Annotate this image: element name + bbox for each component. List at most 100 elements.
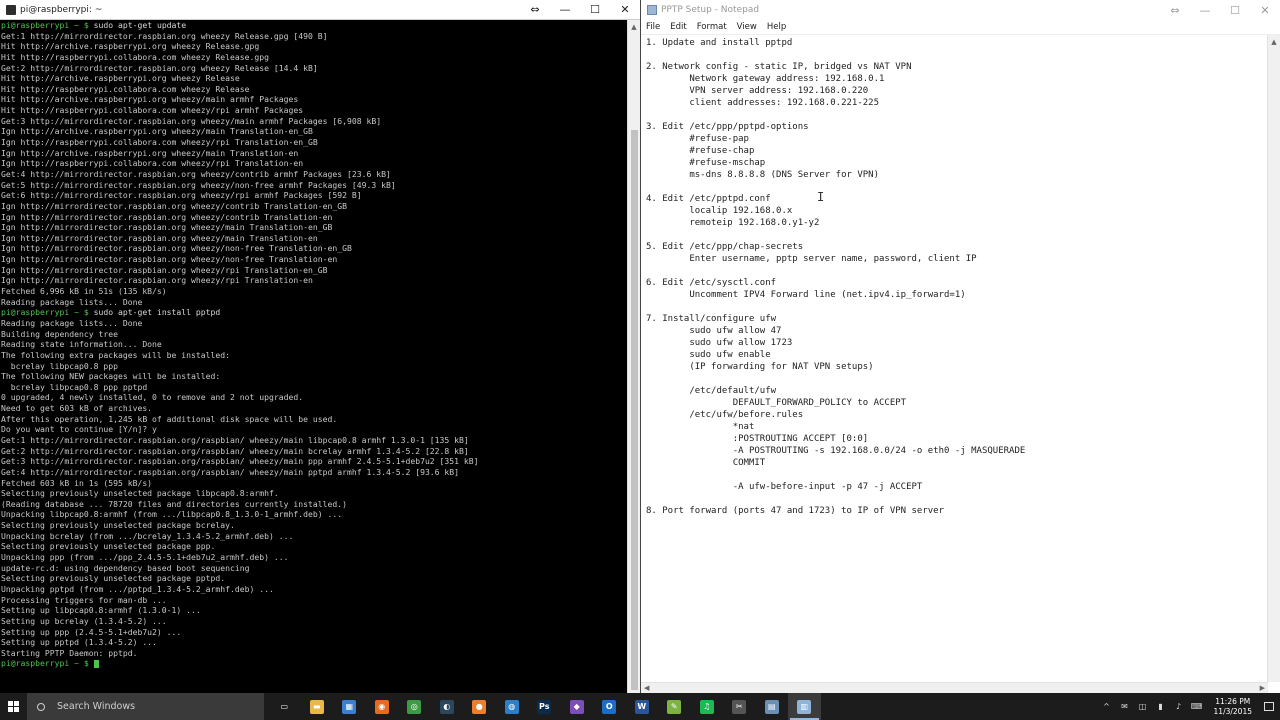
windows-logo-icon [8,701,19,712]
text-line [646,373,1268,385]
terminal-titlebar[interactable]: pi@raspberrypi: ~ ⇔ — ☐ ✕ [0,0,640,20]
scroll-left-icon[interactable]: ◀ [644,683,649,693]
volume-icon[interactable]: ♪ [1172,702,1186,711]
start-button[interactable] [0,693,27,720]
terminal-title: pi@raspberrypi: ~ [20,4,103,15]
text-line: (IP forwarding for NAT VPN setups) [646,362,874,372]
menu-view[interactable]: View [737,22,757,32]
terminal-line: Hit http://archive.raspberrypi.org wheez… [1,94,627,105]
close-button[interactable]: ✕ [610,0,640,19]
taskbar: Search Windows ▭ ▬ ▦ ◉ ◎ ◐ ● ◍ Ps ◆ O W ✎ ♫ ✂ ▤ ▥ ^ ✉ ◫ … [0,693,1280,720]
text-line: sudo ufw enable [646,350,771,360]
terminal-line: Processing triggers for man-db ... [1,595,627,606]
output-text: Setting up pptpd (1.3.4-5.2) ... [1,637,157,648]
menu-format[interactable]: Format [697,22,727,32]
taskbar-app-button[interactable]: ▦ [333,693,366,720]
text-line: -A POSTROUTING -s 192.168.0.0/24 -o eth0… [646,446,1026,456]
taskbar-app-button[interactable]: ◎ [398,693,431,720]
terminal-scrollbar[interactable]: ▲ [627,20,640,693]
output-text: Hit http://raspberrypi.collabora.com whe… [1,105,304,116]
clock-date: 11/3/2015 [1213,706,1252,716]
network-icon[interactable]: ◫ [1136,702,1150,711]
text-line: VPN server address: 192.168.0.220 [646,86,869,96]
output-text: Get:1 http://mirrordirector.raspbian.org… [1,30,328,41]
output-text: Ign http://mirrordirector.raspbian.org w… [1,222,333,233]
terminal-line: Selecting previously unselected package … [1,541,627,552]
clock-time: 11:26 PM [1215,696,1251,706]
output-text: Get:6 http://mirrordirector.raspbian.org… [1,190,362,201]
terminal-line: Ign http://archive.raspberrypi.org wheez… [1,148,627,159]
output-text: Setting up ppp (2.4.5-5.1+deb7u2) ... [1,626,182,637]
keyboard-icon[interactable]: ⌨ [1190,702,1204,711]
terminal-output[interactable]: pi@raspberrypi ~ $ sudo apt-get update Ge… [0,20,627,693]
taskbar-app-button[interactable]: ◆ [561,693,594,720]
notepad-text-area[interactable]: 1. Update and install pptpd 2. Network co… [641,35,1268,682]
close-button[interactable]: ✕ [1250,0,1280,20]
taskbar-app-button[interactable]: ▭ [268,693,301,720]
scroll-up-icon[interactable]: ▲ [628,20,640,34]
spotify-icon: ♫ [699,699,714,714]
scroll-up-icon[interactable]: ▲ [1268,35,1280,49]
battery-icon[interactable]: ▮ [1154,702,1168,711]
task-view-icon: ▭ [277,699,292,714]
firefox-icon: ◉ [374,699,389,714]
menu-edit[interactable]: Edit [670,22,686,32]
terminal-line: Selecting previously unselected package … [1,573,627,584]
output-text: Unpacking libpcap0.8:armhf (from .../lib… [1,509,343,520]
terminal-window[interactable]: pi@raspberrypi: ~ ⇔ — ☐ ✕ pi@raspberrypi… [0,0,640,693]
action-center-icon[interactable] [1258,693,1280,720]
terminal-line: The following extra packages will be ins… [1,350,627,361]
taskbar-app-button[interactable]: W [626,693,659,720]
scrollbar-thumb[interactable] [631,130,638,690]
taskbar-app-button[interactable]: ✂ [723,693,756,720]
clock[interactable]: 11:26 PM 11/3/2015 [1214,697,1252,717]
terminal-line: Hit http://archive.raspberrypi.org wheez… [1,73,627,84]
taskbar-app-button[interactable]: ◉ [366,693,399,720]
search-box[interactable]: Search Windows [27,693,264,720]
resize-icon[interactable]: ⇔ [1160,0,1190,20]
resize-icon[interactable]: ⇔ [520,0,550,19]
terminal-line: Ign http://mirrordirector.raspbian.org w… [1,243,627,254]
taskbar-app-button[interactable]: ● [463,693,496,720]
taskbar-app-button[interactable]: ♫ [691,693,724,720]
output-text: Get:2 http://mirrordirector.raspbian.org… [1,445,469,456]
output-text: Starting PPTP Daemon: pptpd. [1,647,138,658]
minimize-button[interactable]: — [550,0,580,19]
output-text: Get:3 http://mirrordirector.raspbian.org… [1,115,382,126]
taskbar-app-button[interactable]: ◍ [496,693,529,720]
show-hidden-icons[interactable]: ^ [1100,702,1114,711]
terminal-line: bcrelay libpcap0.8 ppp pptpd [1,382,627,393]
terminal-line: Fetched 6,996 kB in 51s (135 kB/s) [1,286,627,297]
shell-prompt: pi@raspberrypi ~ $ [1,20,94,30]
taskbar-app-button[interactable]: ▤ [756,693,789,720]
menu-file[interactable]: File [646,22,660,32]
scroll-right-icon[interactable]: ▶ [1260,683,1265,693]
notepad-window[interactable]: PPTP Setup - Notepad ⇔ — ☐ ✕ File Edit F… [640,0,1280,693]
notepad-titlebar[interactable]: PPTP Setup - Notepad ⇔ — ☐ ✕ [641,0,1280,20]
taskbar-app-button[interactable]: Ps [528,693,561,720]
terminal-line: Ign http://mirrordirector.raspbian.org w… [1,275,627,286]
output-text: Ign http://raspberrypi.collabora.com whe… [1,137,318,148]
output-text: Need to get 603 kB of archives. [1,403,153,414]
taskbar-app-button[interactable]: ◐ [431,693,464,720]
terminal-line: Unpacking pptpd (from .../pptpd_1.3.4-5.… [1,584,627,595]
text-line: 3. Edit /etc/ppp/pptpd-options [646,122,809,132]
output-text: Ign http://mirrordirector.raspbian.org w… [1,275,313,286]
terminal-line: Setting up bcrelay (1.3.4-5.2) ... [1,616,627,627]
maximize-button[interactable]: ☐ [1220,0,1250,20]
mail-icon[interactable]: ✉ [1118,702,1132,711]
notepad-vertical-scrollbar[interactable]: ▲ [1267,35,1280,682]
terminal-line: Do you want to continue [Y/n]? y [1,424,627,435]
terminal-line: Need to get 603 kB of archives. [1,403,627,414]
taskbar-app-button[interactable]: ✎ [658,693,691,720]
terminal-line: Unpacking bcrelay (from .../bcrelay_1.3.… [1,531,627,542]
taskbar-app-button[interactable]: ▥ [788,693,821,720]
taskbar-app-button[interactable]: O [593,693,626,720]
menu-help[interactable]: Help [767,22,786,32]
minimize-button[interactable]: — [1190,0,1220,20]
maximize-button[interactable]: ☐ [580,0,610,19]
taskbar-app-button[interactable]: ▬ [301,693,334,720]
output-text: Reading package lists... Done [1,317,143,328]
notepad-horizontal-scrollbar[interactable]: ◀ ▶ [641,682,1268,693]
text-line [646,181,1268,193]
